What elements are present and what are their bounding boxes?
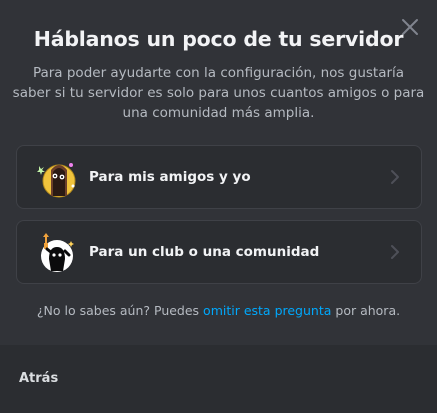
friends-illustration-icon bbox=[37, 163, 76, 198]
skip-question-link[interactable]: omitir esta pregunta bbox=[203, 303, 331, 318]
dialog-subtitle: Para poder ayudarte con la configuración… bbox=[12, 65, 425, 121]
option-friends-label: Para mis amigos y yo bbox=[89, 169, 251, 185]
chevron-right-icon bbox=[391, 245, 399, 259]
skip-hint: ¿No lo sabes aún? Puedes omitir esta pre… bbox=[0, 303, 437, 318]
community-illustration-icon bbox=[41, 233, 74, 272]
dialog-footer: Atrás bbox=[0, 345, 437, 413]
option-community-label: Para un club o una comunidad bbox=[89, 244, 320, 260]
option-friends[interactable]: Para mis amigos y yo bbox=[16, 145, 422, 209]
back-button[interactable]: Atrás bbox=[19, 371, 58, 386]
chevron-right-icon bbox=[391, 170, 399, 184]
skip-hint-suffix: por ahora. bbox=[331, 303, 401, 318]
dialog-title: Háblanos un poco de tu servidor bbox=[33, 27, 404, 51]
option-community[interactable]: Para un club o una comunidad bbox=[16, 220, 422, 284]
create-server-dialog: Háblanos un poco de tu servidor Para pod… bbox=[0, 0, 437, 413]
skip-hint-prefix: ¿No lo sabes aún? Puedes bbox=[36, 303, 204, 318]
